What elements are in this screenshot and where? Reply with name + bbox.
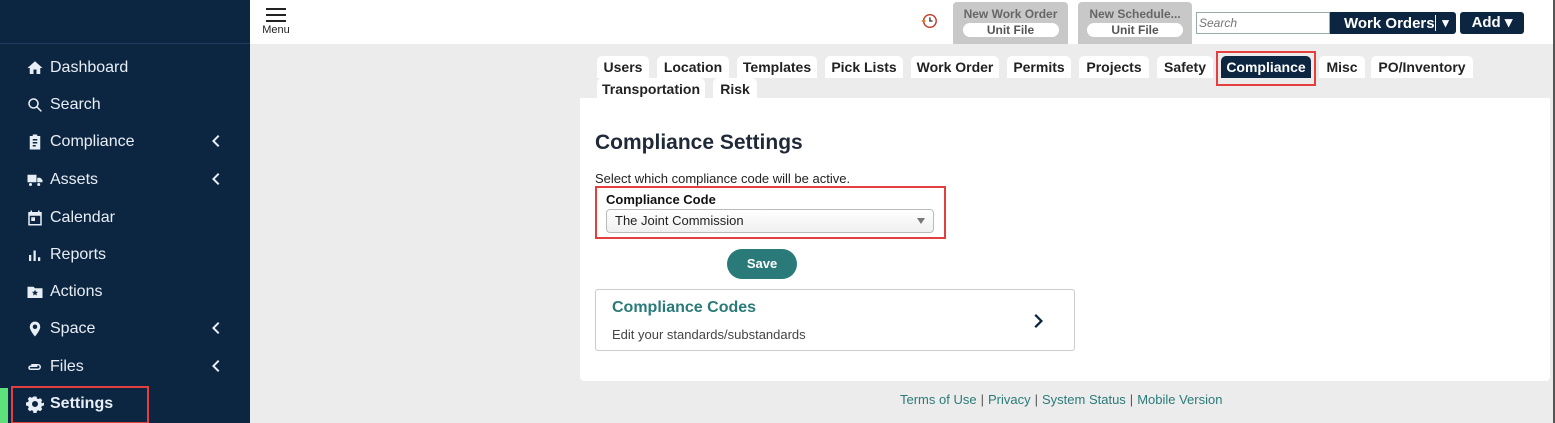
chevron-left-icon bbox=[210, 321, 224, 337]
tab-safety[interactable]: Safety bbox=[1157, 56, 1213, 78]
sidebar-item-actions[interactable]: Actions bbox=[0, 275, 250, 309]
footer-link-system-status[interactable]: System Status bbox=[1042, 392, 1126, 407]
footer-links: Terms of Use | Privacy | System Status | Mobil… bbox=[900, 392, 1222, 407]
tab-permits[interactable]: Permits bbox=[1007, 56, 1071, 78]
new-work-order-title: New Work Order bbox=[963, 7, 1058, 21]
sidebar-item-compliance[interactable]: Compliance bbox=[0, 125, 250, 159]
sidebar-item-reports[interactable]: Reports bbox=[0, 238, 250, 272]
footer-link-mobile-version[interactable]: Mobile Version bbox=[1137, 392, 1222, 407]
hamburger-icon bbox=[266, 8, 286, 22]
page-title: Compliance Settings bbox=[595, 131, 803, 154]
sidebar-header bbox=[0, 0, 250, 44]
unit-file-label: Unit File bbox=[962, 23, 1059, 37]
new-schedule-title: New Schedule... bbox=[1089, 7, 1181, 21]
footer-separator: | bbox=[1129, 392, 1134, 407]
sidebar-item-label: Files bbox=[50, 358, 84, 375]
new-work-order-button[interactable]: New Work Order Unit File bbox=[953, 2, 1068, 44]
sidebar-item-label: Actions bbox=[50, 283, 103, 300]
tab-po-inventory[interactable]: PO/Inventory bbox=[1371, 56, 1473, 78]
clipboard-icon bbox=[24, 131, 46, 153]
sidebar-item-label: Space bbox=[50, 320, 96, 337]
tab-work-order[interactable]: Work Order bbox=[911, 56, 999, 78]
tab-misc[interactable]: Misc bbox=[1319, 56, 1365, 78]
sidebar-item-files[interactable]: Files bbox=[0, 350, 250, 384]
sidebar-item-label: Dashboard bbox=[50, 59, 129, 76]
card-description: Edit your standards/substandards bbox=[612, 327, 806, 342]
settings-highlight-box bbox=[11, 386, 149, 423]
add-button[interactable]: Add ▾ bbox=[1460, 12, 1524, 34]
sidebar: Dashboard Search Compliance Assets Calen… bbox=[0, 0, 250, 423]
compliance-code-highlight-box bbox=[595, 186, 946, 239]
sidebar-item-assets[interactable]: Assets bbox=[0, 163, 250, 197]
footer-link-privacy[interactable]: Privacy bbox=[988, 392, 1031, 407]
tab-risk[interactable]: Risk bbox=[713, 78, 757, 100]
instruction-text: Select which compliance code will be act… bbox=[595, 171, 851, 186]
chevron-left-icon bbox=[210, 172, 224, 188]
tab-transportation[interactable]: Transportation bbox=[597, 78, 705, 100]
chevron-down-icon[interactable]: ▾ bbox=[1435, 15, 1455, 31]
unit-file-label: Unit File bbox=[1087, 23, 1183, 37]
footer-separator: | bbox=[1034, 392, 1038, 407]
folder-star-icon bbox=[24, 281, 46, 303]
work-orders-label: Work Orders bbox=[1344, 14, 1435, 32]
sidebar-item-calendar[interactable]: Calendar bbox=[0, 201, 250, 235]
sidebar-item-search[interactable]: Search bbox=[0, 88, 250, 122]
bar-chart-icon bbox=[24, 244, 46, 266]
tab-templates[interactable]: Templates bbox=[737, 56, 817, 78]
truck-icon bbox=[24, 169, 46, 191]
top-header: Menu New Work Order Unit File New Schedu… bbox=[250, 0, 1555, 44]
work-orders-button[interactable]: Work Orders ▾ bbox=[1330, 12, 1456, 34]
sidebar-item-label: Calendar bbox=[50, 209, 115, 226]
chevron-left-icon bbox=[210, 134, 224, 150]
sidebar-item-label: Search bbox=[50, 96, 101, 113]
menu-button[interactable]: Menu bbox=[260, 8, 292, 36]
active-item-marker bbox=[0, 388, 8, 423]
sidebar-item-space[interactable]: Space bbox=[0, 312, 250, 346]
sidebar-item-label: Compliance bbox=[50, 133, 135, 150]
compliance-tab-highlight-box bbox=[1216, 51, 1316, 86]
search-input[interactable] bbox=[1196, 12, 1330, 34]
tab-users[interactable]: Users bbox=[597, 56, 649, 78]
chevron-left-icon bbox=[210, 359, 224, 375]
footer-separator: | bbox=[980, 392, 984, 407]
save-button[interactable]: Save bbox=[727, 249, 797, 279]
paperclip-icon bbox=[24, 356, 46, 378]
chevron-right-icon bbox=[1034, 314, 1043, 328]
history-clock-icon[interactable] bbox=[920, 12, 938, 30]
new-schedule-button[interactable]: New Schedule... Unit File bbox=[1078, 2, 1192, 44]
sidebar-item-dashboard[interactable]: Dashboard bbox=[0, 51, 250, 85]
sidebar-item-label: Assets bbox=[50, 171, 99, 188]
tab-pick-lists[interactable]: Pick Lists bbox=[825, 56, 903, 78]
search-icon bbox=[24, 94, 46, 116]
menu-label: Menu bbox=[262, 24, 290, 36]
location-pin-icon bbox=[24, 318, 46, 340]
card-title: Compliance Codes bbox=[612, 299, 757, 316]
sidebar-item-label: Reports bbox=[50, 246, 107, 263]
calendar-icon bbox=[24, 207, 46, 229]
compliance-codes-card[interactable]: Compliance Codes Edit your standards/sub… bbox=[595, 289, 1075, 351]
home-icon bbox=[24, 57, 46, 79]
tab-projects[interactable]: Projects bbox=[1079, 56, 1149, 78]
footer-link-terms[interactable]: Terms of Use bbox=[900, 392, 977, 407]
tab-location[interactable]: Location bbox=[657, 56, 729, 78]
